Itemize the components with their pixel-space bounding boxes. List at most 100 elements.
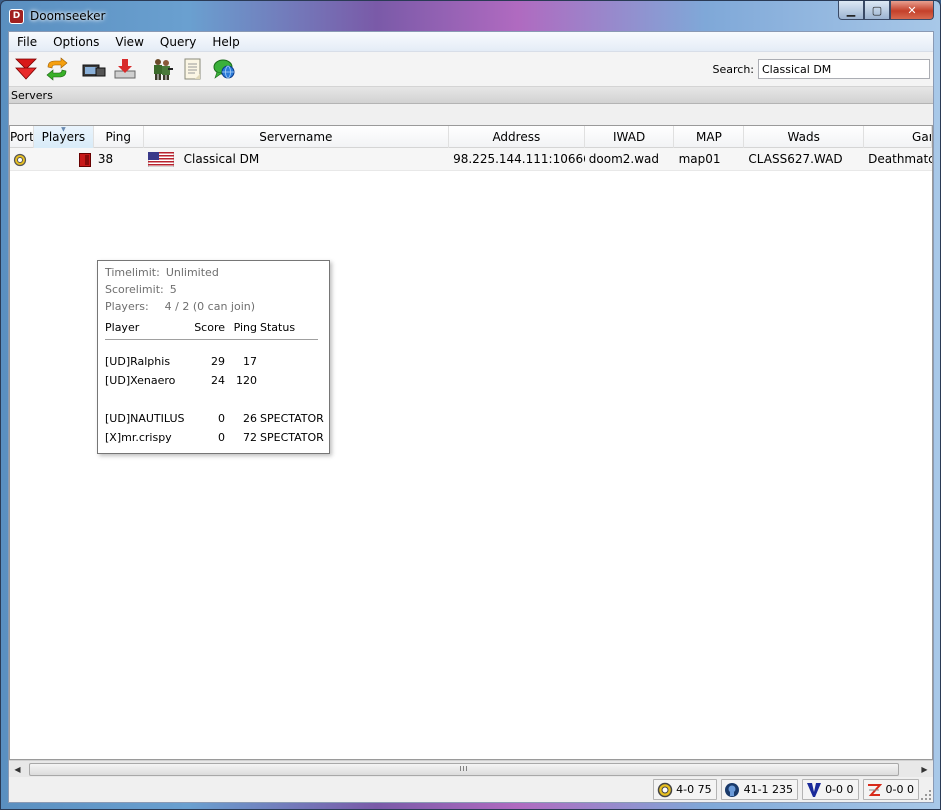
timelimit-value: Unlimited [165,266,219,279]
servername-text: Classical DM [183,152,260,166]
column-header-port[interactable]: Port [10,126,34,148]
server-table[interactable]: Port ▼ Players Ping Servername Address I… [9,125,933,760]
status-bar: 4-0 75 41-1 235 0-0 0 0-0 0 [9,777,933,802]
header-status: Status [260,321,296,334]
window-title: Doomseeker [30,9,106,23]
player-score: 24 [211,374,225,387]
spacer-row [105,390,317,409]
header-divider [105,339,318,340]
gamemode-cell: Deathmatch [868,152,932,166]
us-flag-icon [147,151,175,168]
status-skulltag[interactable]: 41-1 235 [720,779,799,800]
player-status [257,371,317,390]
horizontal-scrollbar[interactable]: ◀ III ▶ [9,760,933,777]
menu-file[interactable]: File [9,35,45,49]
player-ping: 26 [243,412,257,425]
status-skulltag-text: 41-1 235 [743,783,794,796]
menu-bar: File Options View Query Help [9,32,933,52]
zandronum-icon [656,781,673,798]
marines-icon [154,59,173,80]
players-table-header: Player Score Ping Status [105,318,317,337]
refresh-arrows-icon [46,57,68,81]
iwad-cell: doom2.wad [588,152,660,166]
column-header-address[interactable]: Address [449,126,585,148]
scorelimit-label: Scorelimit: [105,283,164,296]
player-score: 29 [211,355,225,368]
toolbar: Search: [9,52,933,87]
status-zandronum-text: 4-0 75 [676,783,712,796]
down-arrows-icon [15,58,37,80]
close-button[interactable]: ✕ [890,1,934,20]
player-name: [UD]NAUTILUS [105,412,185,425]
log-button[interactable] [179,55,207,83]
column-header-players[interactable]: ▼ Players [33,126,94,148]
column-header-iwad[interactable]: IWAD [585,126,675,148]
window-controls: ▁ ▢ ✕ [838,1,934,20]
vavoom-icon [805,781,822,798]
status-zandronum[interactable]: 4-0 75 [653,779,717,800]
column-header-map[interactable]: MAP [674,126,745,148]
scorelimit-value: 5 [169,283,177,296]
minimize-button[interactable]: ▁ [838,1,864,20]
scrollbar-track[interactable]: III [26,762,916,777]
player-ping: 17 [243,355,257,368]
menu-view[interactable]: View [107,35,151,49]
player-row: [X]mr.crispy 0 72 SPECTATOR [105,428,324,447]
doomseeker-app-icon[interactable]: D [9,8,24,24]
menu-help[interactable]: Help [204,35,247,49]
title-bar[interactable]: D Doomseeker ▁ ▢ ✕ [1,1,940,31]
connect-button[interactable] [80,55,108,83]
buddies-button[interactable] [148,55,176,83]
header-player: Player [105,321,140,334]
port-cell [10,148,34,171]
status-zdaemon-text: 0-0 0 [885,783,914,796]
servername-cell: Classical DM [144,148,449,171]
player-name: [X]mr.crispy [105,431,172,444]
app-window: D Doomseeker ▁ ▢ ✕ File Options View Que… [0,0,941,810]
players-cell [34,148,94,171]
column-header-servername[interactable]: Servername [144,126,449,148]
resize-grip-icon[interactable] [920,789,932,801]
column-header-ping[interactable]: Ping [94,126,144,148]
download-icon [114,59,136,79]
wads-cell: CLASS627.WAD [748,152,843,166]
player-status: SPECTATOR [260,412,324,425]
scrollbar-thumb[interactable]: III [29,762,899,776]
timelimit-line: Timelimit: Unlimited [105,264,322,281]
maximize-button[interactable]: ▢ [864,1,890,20]
scroll-left-arrow-icon[interactable]: ◀ [9,761,26,778]
header-ping: Ping [233,321,257,334]
get-servers-button[interactable] [12,55,40,83]
map-cell: map01 [678,152,721,166]
status-zdaemon[interactable]: 0-0 0 [862,779,919,800]
menu-query[interactable]: Query [152,35,204,49]
player-row: [UD]Xenaero 24 120 [105,371,317,390]
ping-cell: 38 [97,152,114,166]
irc-button[interactable] [210,55,238,83]
table-row[interactable]: 38 Classical DM 98.225.144.111:10666 doo… [10,148,932,171]
zandronum-port-icon [13,153,27,166]
player-name: [UD]Xenaero [105,374,176,387]
address-cell: 98.225.144.111:10666 [453,152,585,166]
column-header-gamemode[interactable]: GameMode [864,126,932,148]
players-table: Player Score Ping Status [UD]Ralphis 29 … [105,318,324,447]
download-wads-button[interactable] [111,55,139,83]
column-header-wads[interactable]: Wads [744,126,865,148]
search-label: Search: [712,62,755,76]
timelimit-label: Timelimit: [105,266,160,279]
scorelimit-line: Scorelimit: 5 [105,281,322,298]
player-score: 0 [218,412,225,425]
player-status [257,352,317,371]
status-vavoom-text: 0-0 0 [825,783,854,796]
player-row: [UD]Ralphis 29 17 [105,352,317,371]
search-area: Search: [712,59,930,79]
status-vavoom[interactable]: 0-0 0 [802,779,859,800]
players-line: Players: 4 / 2 (0 can join) [105,298,322,315]
client-area: File Options View Query Help Search: Cla… [8,31,934,803]
search-input[interactable] [758,59,930,79]
refresh-button[interactable] [43,55,71,83]
player-row: [UD]NAUTILUS 0 26 SPECTATOR [105,409,324,428]
scroll-right-arrow-icon[interactable]: ▶ [916,761,933,778]
menu-options[interactable]: Options [45,35,107,49]
players-label: Players: [105,300,149,313]
